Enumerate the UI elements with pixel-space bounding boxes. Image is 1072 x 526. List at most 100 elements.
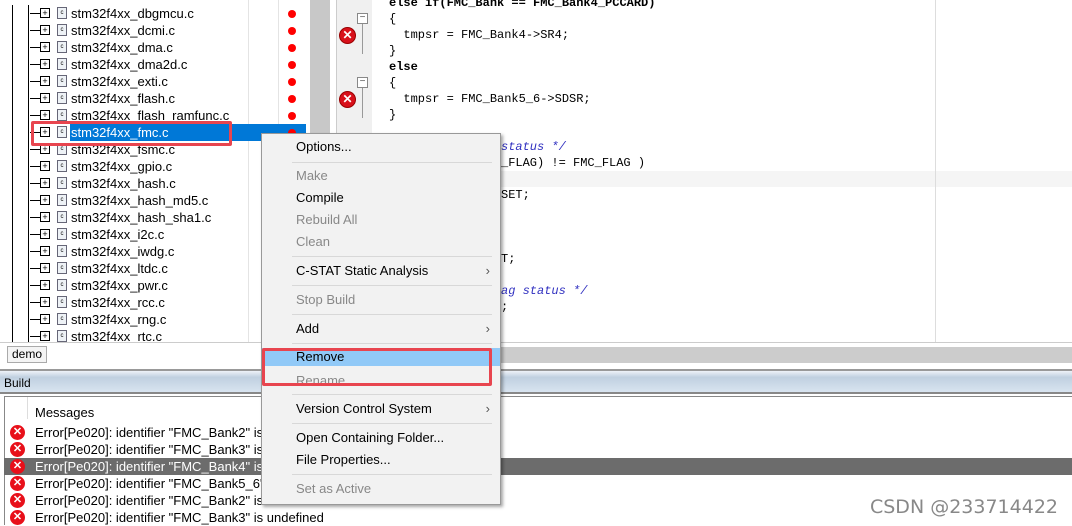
- expand-icon[interactable]: +: [40, 8, 50, 18]
- build-message-row[interactable]: ✕ Error[Pe020]: identifier "FMC_Bank4" is…: [4, 458, 1072, 475]
- code-line: }: [389, 44, 397, 58]
- tree-item-file[interactable]: + c stm32f4xx_dma.c: [0, 39, 310, 56]
- tree-item-file[interactable]: + c stm32f4xx_dcmi.c: [0, 22, 310, 39]
- menu-item-rebuild-all[interactable]: Rebuild All: [262, 210, 500, 230]
- expand-icon[interactable]: +: [40, 280, 50, 290]
- expand-icon[interactable]: +: [40, 331, 50, 341]
- error-marker-icon[interactable]: ✕: [339, 27, 356, 44]
- chevron-right-icon: ›: [485, 401, 490, 416]
- tree-line: [12, 192, 13, 209]
- file-name: stm32f4xx_hash_sha1.c: [71, 210, 212, 225]
- watermark: CSDN @233714422: [869, 496, 1058, 518]
- build-message-row[interactable]: ✕ Error[Pe020]: identifier "FMC_Bank5_6" …: [4, 475, 1072, 492]
- menu-item-set-as-active[interactable]: Set as Active: [262, 479, 500, 499]
- tree-line: [28, 175, 29, 192]
- tree-item-file[interactable]: + c stm32f4xx_dma2d.c: [0, 56, 310, 73]
- tree-line: [28, 5, 29, 22]
- c-file-icon: c: [57, 109, 67, 121]
- tree-line: [28, 192, 29, 209]
- expand-icon[interactable]: +: [40, 161, 50, 171]
- tree-line: [28, 90, 29, 107]
- tree-line: [28, 328, 29, 342]
- error-dot-icon: [288, 10, 296, 18]
- tree-line: [30, 234, 40, 235]
- expand-icon[interactable]: +: [40, 110, 50, 120]
- expand-icon[interactable]: +: [40, 263, 50, 273]
- error-dot-icon: [288, 44, 296, 52]
- build-message-row[interactable]: ✕ Error[Pe020]: identifier "FMC_Bank2" is…: [4, 424, 1072, 441]
- file-name: stm32f4xx_dbgmcu.c: [71, 6, 194, 21]
- tree-line: [30, 98, 40, 99]
- tree-item-file[interactable]: + c stm32f4xx_exti.c: [0, 73, 310, 90]
- code-line: {: [389, 76, 397, 90]
- menu-separator: [292, 256, 492, 257]
- error-icon: ✕: [10, 510, 25, 525]
- messages-column-header[interactable]: Messages: [35, 405, 94, 420]
- menu-item-make[interactable]: Make: [262, 166, 500, 186]
- fold-collapse-icon[interactable]: −: [357, 77, 368, 88]
- menu-item-label: Stop Build: [296, 292, 356, 307]
- error-dot-icon: [288, 27, 296, 35]
- build-panel-title: Build: [0, 369, 1072, 394]
- expand-icon[interactable]: +: [40, 178, 50, 188]
- menu-item-label: Rebuild All: [296, 212, 358, 227]
- fold-collapse-icon[interactable]: −: [357, 13, 368, 24]
- expand-icon[interactable]: +: [40, 93, 50, 103]
- tree-line: [12, 158, 13, 175]
- code-line: tmpsr = FMC_Bank5_6->SDSR;: [389, 92, 591, 106]
- menu-item-open-containing-folder[interactable]: Open Containing Folder...: [262, 428, 500, 448]
- menu-item-add[interactable]: Add ›: [262, 319, 500, 339]
- tree-line: [28, 141, 29, 158]
- menu-item-clean[interactable]: Clean: [262, 232, 500, 252]
- c-file-icon: c: [57, 41, 67, 53]
- expand-icon[interactable]: +: [40, 76, 50, 86]
- menu-item-c-stat-static-analysis[interactable]: C-STAT Static Analysis ›: [262, 261, 500, 281]
- tree-line: [12, 22, 13, 39]
- c-file-icon: c: [57, 7, 67, 19]
- tree-line: [28, 294, 29, 311]
- menu-separator: [292, 343, 492, 344]
- tree-line: [28, 209, 29, 226]
- tree-line: [12, 90, 13, 107]
- file-name: stm32f4xx_hash.c: [71, 176, 176, 191]
- error-marker-icon[interactable]: ✕: [339, 91, 356, 108]
- expand-icon[interactable]: +: [40, 212, 50, 222]
- tree-line: [28, 277, 29, 294]
- tree-line: [30, 166, 40, 167]
- file-name: stm32f4xx_rng.c: [71, 312, 167, 327]
- file-name: stm32f4xx_rcc.c: [71, 295, 165, 310]
- tree-line: [30, 285, 40, 286]
- build-message-row[interactable]: ✕ Error[Pe020]: identifier "FMC_Bank3" is…: [4, 441, 1072, 458]
- expand-icon[interactable]: +: [40, 297, 50, 307]
- tab-demo[interactable]: demo: [7, 346, 47, 363]
- c-file-icon: c: [57, 262, 67, 274]
- error-icon: ✕: [10, 459, 25, 474]
- file-name: stm32f4xx_exti.c: [71, 74, 168, 89]
- error-icon: ✕: [10, 493, 25, 508]
- tree-item-file[interactable]: + c stm32f4xx_dbgmcu.c: [0, 5, 310, 22]
- expand-icon[interactable]: +: [40, 195, 50, 205]
- tree-line: [12, 294, 13, 311]
- expand-icon[interactable]: +: [40, 42, 50, 52]
- error-icon: ✕: [10, 476, 25, 491]
- error-dot-icon: [288, 78, 296, 86]
- tree-line: [12, 175, 13, 192]
- tree-line: [12, 56, 13, 73]
- file-name: stm32f4xx_ltdc.c: [71, 261, 168, 276]
- menu-item-stop-build[interactable]: Stop Build: [262, 290, 500, 310]
- menu-item-compile[interactable]: Compile: [262, 188, 500, 208]
- menu-item-label: Options...: [296, 139, 352, 154]
- tree-line: [30, 183, 40, 184]
- expand-icon[interactable]: +: [40, 25, 50, 35]
- expand-icon[interactable]: +: [40, 59, 50, 69]
- file-name: stm32f4xx_dma2d.c: [71, 57, 188, 72]
- menu-item-file-properties[interactable]: File Properties...: [262, 450, 500, 470]
- menu-item-version-control-system[interactable]: Version Control System ›: [262, 399, 500, 419]
- expand-icon[interactable]: +: [40, 229, 50, 239]
- expand-icon[interactable]: +: [40, 314, 50, 324]
- tree-item-file[interactable]: + c stm32f4xx_flash.c: [0, 90, 310, 107]
- expand-icon[interactable]: +: [40, 246, 50, 256]
- menu-item-options[interactable]: Options...: [262, 137, 500, 157]
- tree-line: [30, 251, 40, 252]
- tree-line: [28, 22, 29, 39]
